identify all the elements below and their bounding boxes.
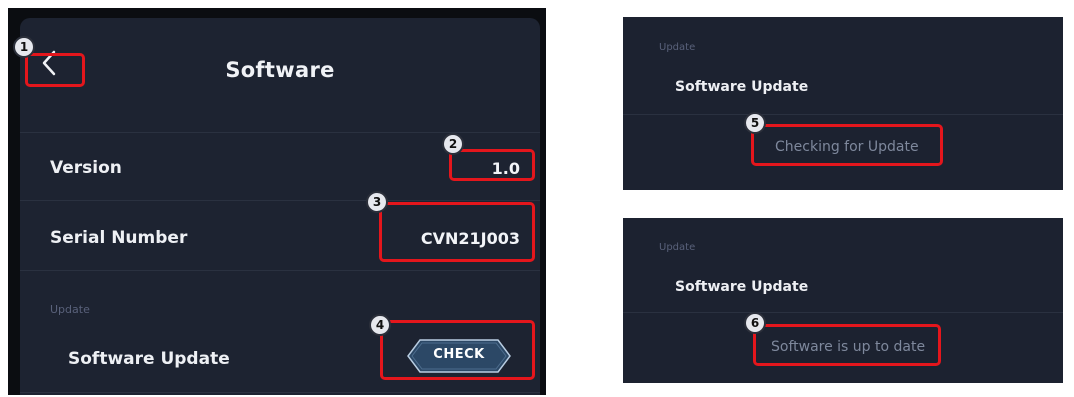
callout-badge-1: 1 bbox=[13, 36, 35, 58]
callout-frame-2 bbox=[449, 149, 535, 181]
callout-frame-1 bbox=[25, 53, 85, 87]
update-section-header: Update bbox=[659, 42, 696, 53]
divider bbox=[20, 132, 540, 133]
software-update-label: Software Update bbox=[68, 349, 230, 369]
callout-badge-5: 5 bbox=[744, 112, 766, 134]
software-update-label: Software Update bbox=[675, 279, 809, 295]
serial-number-label: Serial Number bbox=[50, 228, 188, 248]
callout-badge-6: 6 bbox=[744, 312, 766, 334]
divider bbox=[623, 114, 1063, 115]
callout-frame-4 bbox=[380, 320, 535, 380]
software-update-label: Software Update bbox=[675, 79, 809, 95]
divider bbox=[20, 200, 540, 201]
up-to-date-panel: Update Software Update Software is up to… bbox=[623, 218, 1063, 383]
checking-update-panel: Update Software Update Checking for Upda… bbox=[623, 17, 1063, 190]
update-section-header: Update bbox=[50, 303, 90, 316]
divider bbox=[20, 392, 540, 393]
software-settings-panel: Software Version 1.0 Serial Number CVN21… bbox=[8, 8, 546, 395]
callout-frame-6 bbox=[753, 324, 941, 366]
callout-badge-2: 2 bbox=[442, 133, 464, 155]
callout-badge-3: 3 bbox=[366, 191, 388, 213]
callout-badge-4: 4 bbox=[369, 314, 391, 336]
version-label: Version bbox=[50, 158, 122, 178]
callout-frame-3 bbox=[379, 202, 535, 262]
divider bbox=[623, 312, 1063, 313]
callout-frame-5 bbox=[751, 124, 943, 166]
update-section-header: Update bbox=[659, 242, 696, 253]
page-title: Software bbox=[225, 58, 335, 82]
divider bbox=[20, 270, 540, 271]
